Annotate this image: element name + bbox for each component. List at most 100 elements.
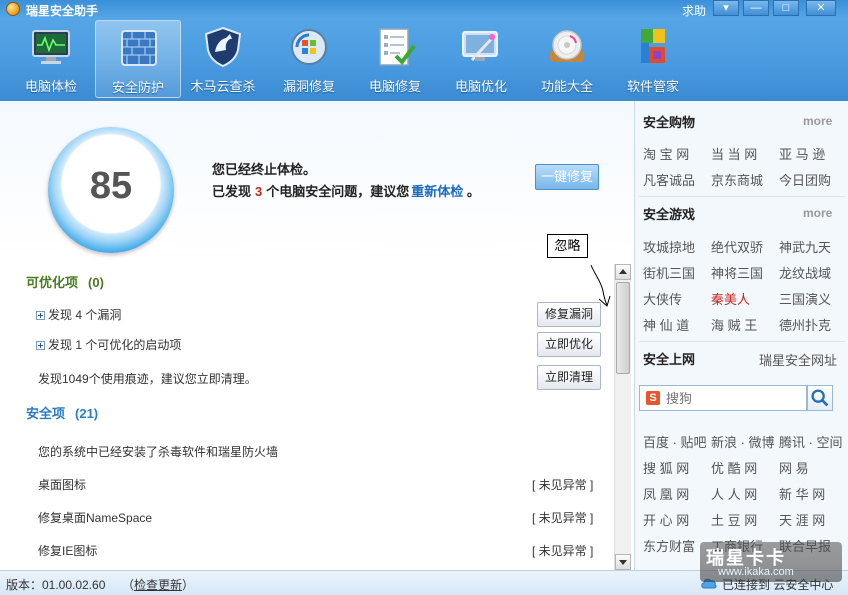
app-title: 瑞星安全助手: [26, 4, 99, 18]
sidebar-link[interactable]: 搜 狐 网: [643, 458, 689, 477]
watermark-url: www.ikaka.com: [718, 566, 794, 578]
clean-now-button[interactable]: 立即清理: [537, 365, 601, 390]
check-summary: 已发现 3 个电脑安全问题，建议您 重新体检 。: [212, 181, 480, 200]
sidebar-link[interactable]: 今日团购: [779, 170, 831, 189]
paren-open: （: [122, 578, 135, 592]
search-box: S: [639, 385, 807, 411]
check-status: 您已经终止体检。: [212, 162, 317, 177]
tool-vulnerability-fix[interactable]: 漏洞修复: [266, 20, 352, 98]
sidebar: 安全购物 more 淘 宝 网 当 当 网 亚 马 逊 凡客诚品 京东商城 今日…: [634, 101, 848, 570]
sidebar-link[interactable]: 京东商城: [711, 170, 763, 189]
games-more-link[interactable]: more: [803, 206, 832, 220]
sidebar-link[interactable]: 东方财富: [643, 536, 695, 555]
search-button[interactable]: [807, 385, 833, 411]
safe-item-label: 修复IE图标: [38, 544, 98, 558]
startup-found-text: 发现 1 个可优化的启动项: [48, 338, 182, 352]
expand-icon[interactable]: [36, 311, 45, 320]
sidebar-link[interactable]: 德州扑克: [779, 315, 831, 334]
tool-software-manager[interactable]: 软件管家: [610, 20, 696, 98]
shopping-more-link[interactable]: more: [803, 114, 832, 128]
site-watermark: 瑞星卡卡 www.ikaka.com: [700, 542, 842, 582]
tool-pc-optimize[interactable]: 电脑优化: [438, 20, 524, 98]
list-item: 发现1049个使用痕迹，建议您立即清理。: [38, 370, 257, 387]
scroll-down-button[interactable]: [615, 554, 631, 570]
close-button[interactable]: ✕: [806, 0, 836, 16]
sidebar-link[interactable]: 街机三国: [643, 263, 695, 282]
sidebar-link[interactable]: 凤 凰 网: [643, 484, 689, 503]
sidebar-link[interactable]: 天 涯 网: [779, 510, 825, 529]
sidebar-link[interactable]: 秦美人: [711, 289, 750, 308]
sidebar-link[interactable]: 新 华 网: [779, 484, 825, 503]
app-logo-icon: [6, 2, 20, 16]
firewall-icon: [121, 30, 157, 66]
sidebar-link[interactable]: 神武九天: [779, 237, 831, 256]
tool-label: 电脑优化: [454, 79, 507, 94]
help-link[interactable]: 求助: [682, 2, 706, 19]
list-item: 桌面图标: [38, 476, 86, 493]
tool-all-features[interactable]: 功能大全: [524, 20, 610, 98]
sidebar-link[interactable]: 神 仙 道: [643, 315, 689, 334]
sidebar-link[interactable]: 百度 · 贴吧: [643, 432, 707, 451]
fix-vulnerabilities-button[interactable]: 修复漏洞: [537, 302, 601, 327]
sidebar-link[interactable]: 大侠传: [643, 289, 682, 308]
maximize-button[interactable]: □: [773, 0, 799, 16]
list-item: 发现 1 个可优化的启动项: [36, 336, 181, 353]
tool-pc-checkup[interactable]: 电脑体检: [8, 20, 94, 98]
summary-suffix: 。: [466, 184, 480, 199]
windows-globe-icon: [291, 29, 327, 65]
sidebar-link[interactable]: 新浪 · 微博: [711, 432, 775, 451]
software-blocks-icon: [641, 29, 665, 63]
tool-label: 软件管家: [626, 79, 679, 94]
sidebar-link[interactable]: 土 豆 网: [711, 510, 757, 529]
sidebar-link[interactable]: 当 当 网: [711, 144, 757, 163]
sidebar-link[interactable]: 神将三国: [711, 263, 763, 282]
sidebar-link[interactable]: 凡客诚品: [643, 170, 695, 189]
divider: [639, 341, 845, 342]
sidebar-link[interactable]: 海 贼 王: [711, 315, 757, 334]
safe-sites-link[interactable]: 瑞星安全网址: [759, 350, 837, 369]
sidebar-link[interactable]: 亚 马 逊: [779, 144, 825, 163]
tool-pc-repair[interactable]: 电脑修复: [352, 20, 438, 98]
sidebar-link[interactable]: 腾讯 · 空间: [779, 432, 843, 451]
sidebar-link[interactable]: 三国演义: [779, 289, 831, 308]
sidebar-link[interactable]: 优 酷 网: [711, 458, 757, 477]
tool-label: 电脑体检: [24, 79, 77, 94]
sidebar-link[interactable]: 攻城掠地: [643, 237, 695, 256]
optimizable-section-title: 可优化项 (0): [26, 272, 104, 291]
scroll-up-button[interactable]: [615, 264, 631, 280]
sidebar-link[interactable]: 开 心 网: [643, 510, 689, 529]
version-text: 版本：01.00.02.60: [6, 578, 106, 592]
one-click-fix-button[interactable]: 一键修复: [535, 164, 599, 190]
sidebar-link[interactable]: 绝代双骄: [711, 237, 763, 256]
ignore-callout: 忽略: [547, 234, 588, 258]
sidebar-link[interactable]: 人 人 网: [711, 484, 757, 503]
recheck-link[interactable]: 重新体检: [411, 184, 463, 199]
list-item: 修复桌面NameSpace: [38, 509, 152, 526]
minimize-button[interactable]: —: [743, 0, 769, 16]
search-icon: [811, 389, 829, 407]
tool-trojan-scan[interactable]: 木马云查杀: [180, 20, 266, 98]
optimizable-title: 可优化项: [26, 275, 79, 290]
antivirus-installed-text: 您的系统中已经安装了杀毒软件和瑞星防火墙: [38, 445, 279, 459]
tool-security-protection[interactable]: 安全防护: [95, 20, 181, 98]
search-input[interactable]: [666, 388, 804, 408]
shield-icon: [204, 26, 242, 68]
vertical-scrollbar[interactable]: [614, 264, 631, 570]
menu-button[interactable]: ▾: [713, 0, 739, 16]
expand-icon[interactable]: [36, 341, 45, 350]
tool-label: 木马云查杀: [190, 79, 256, 94]
optimize-now-button[interactable]: 立即优化: [537, 332, 601, 357]
safe-count: (21): [75, 406, 99, 421]
scroll-thumb[interactable]: [616, 282, 630, 374]
check-update-link[interactable]: 检查更新: [134, 578, 182, 592]
list-item: 修复IE图标: [38, 542, 97, 559]
disc-icon: [550, 30, 584, 62]
sidebar-link[interactable]: 龙纹战域: [779, 263, 831, 282]
top-bar: 瑞星安全助手 求助 ▾ — □ ✕ 电脑体检 安全防护 木马云查杀 漏洞修复 电…: [0, 0, 848, 101]
shopping-title: 安全购物: [643, 115, 696, 130]
status-badge: [ 未见异常 ]: [532, 511, 594, 525]
issue-count: 3: [255, 184, 263, 199]
sidebar-link[interactable]: 淘 宝 网: [643, 144, 689, 163]
sidebar-link[interactable]: 网 易: [779, 458, 809, 477]
tool-label: 漏洞修复: [282, 79, 335, 94]
